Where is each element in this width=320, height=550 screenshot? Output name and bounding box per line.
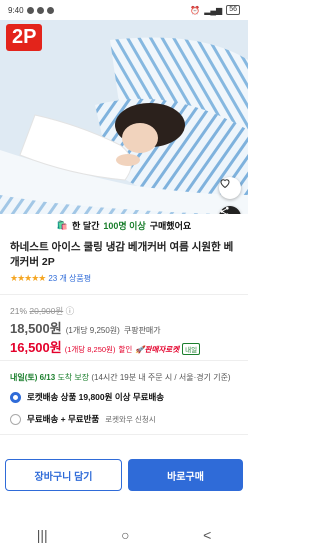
battery-icon: 56 — [226, 5, 240, 15]
rocket-badge: 🚀판매자로켓 — [135, 345, 180, 354]
rating-row[interactable]: ★★★★★ 23 개 상품평 — [10, 273, 91, 284]
heart-icon[interactable] — [219, 177, 241, 199]
divider — [0, 294, 248, 295]
delivery-date: 내일(토) 6/13 — [10, 373, 56, 382]
quantity-badge: 2P — [6, 24, 43, 51]
product-photo — [0, 20, 248, 235]
price-label: 쿠팡판매가 — [123, 326, 161, 335]
rocket-label: 판매자로켓 — [144, 345, 180, 354]
notification-icon — [36, 6, 44, 14]
tomorrow-badge: 내일 — [182, 343, 201, 355]
coupang-price: 18,500원 — [10, 321, 62, 336]
sale-label: 할인 — [118, 345, 133, 354]
delivery-info: 내일(토) 6/13 도착 보장 (14시간 19분 내 주문 시 / 서울·경… — [10, 372, 231, 383]
purchase-count-banner: 🛍️ 한 달간 100명 이상 구매했어요 — [0, 214, 248, 236]
back-icon[interactable]: < — [203, 527, 211, 543]
info-icon[interactable]: ⓘ — [66, 306, 75, 316]
banner-suffix: 구매했어요 — [149, 220, 192, 231]
original-price: 20,900원 — [29, 306, 64, 316]
shipping-option-rocket[interactable]: 로켓배송 상품 19,800원 이상 무료배송 — [10, 388, 238, 406]
discount-rate: 21% — [10, 306, 28, 316]
option-label: 무료배송 + 무료반품 — [27, 414, 100, 424]
sale-unit-price: (1개당 8,250원) — [64, 345, 116, 354]
delivery-detail: (14시간 19분 내 주문 시 / 서울·경기 기준) — [91, 373, 231, 382]
option-label: 로켓배송 상품 19,800원 이상 무료배송 — [27, 392, 165, 402]
sale-price: 16,500원 — [10, 340, 62, 355]
banner-highlight: 100명 이상 — [103, 220, 146, 231]
delivery-guarantee: 도착 보장 — [57, 373, 90, 382]
unit-price: (1개당 9,250원) — [65, 326, 120, 335]
alarm-icon: ⏰ — [190, 5, 201, 15]
radio-icon[interactable] — [10, 413, 21, 425]
status-time: 9:40 — [8, 5, 24, 15]
coupang-price-row: 18,500원 (1개당 9,250원) 쿠팡판매가 — [10, 318, 161, 337]
recent-apps-icon[interactable]: ||| — [37, 527, 48, 543]
divider — [0, 360, 248, 361]
review-count-link[interactable]: 23 개 상품평 — [48, 273, 91, 284]
banner-prefix: 한 달간 — [72, 220, 100, 231]
star-rating-icon: ★★★★★ — [10, 273, 46, 283]
shopping-bag-icon: 🛍️ — [56, 219, 69, 230]
signal-icon: ▂▄▆ — [204, 5, 223, 15]
notification-icon — [46, 6, 54, 14]
shipping-option-free-return[interactable]: 무료배송 + 무료반품 로켓와우 신청시 — [10, 410, 238, 428]
buy-now-button[interactable]: 바로구매 — [128, 459, 243, 491]
radio-selected-icon[interactable] — [10, 391, 21, 403]
add-to-cart-button[interactable]: 장바구니 담기 — [5, 459, 122, 491]
divider — [0, 434, 248, 435]
android-nav-bar: ||| ○ < — [0, 520, 248, 550]
original-price-row: 21% 20,900원 ⓘ — [10, 305, 74, 317]
notification-icon — [26, 6, 34, 14]
purchase-action-bar: 장바구니 담기 바로구매 — [0, 457, 248, 493]
product-image[interactable]: 2P — [0, 20, 248, 235]
sale-price-row: 16,500원 (1개당 8,250원) 할인 🚀판매자로켓 내일 — [10, 337, 201, 356]
status-bar: 9:40 ⏰ ▂▄▆ 56 — [0, 0, 248, 20]
home-icon[interactable]: ○ — [121, 527, 129, 543]
option-extra: 로켓와우 신청시 — [105, 414, 156, 424]
product-title: 하네스트 아이스 쿨링 냉감 베개커버 여름 시원한 베개커버 2P — [10, 241, 234, 268]
